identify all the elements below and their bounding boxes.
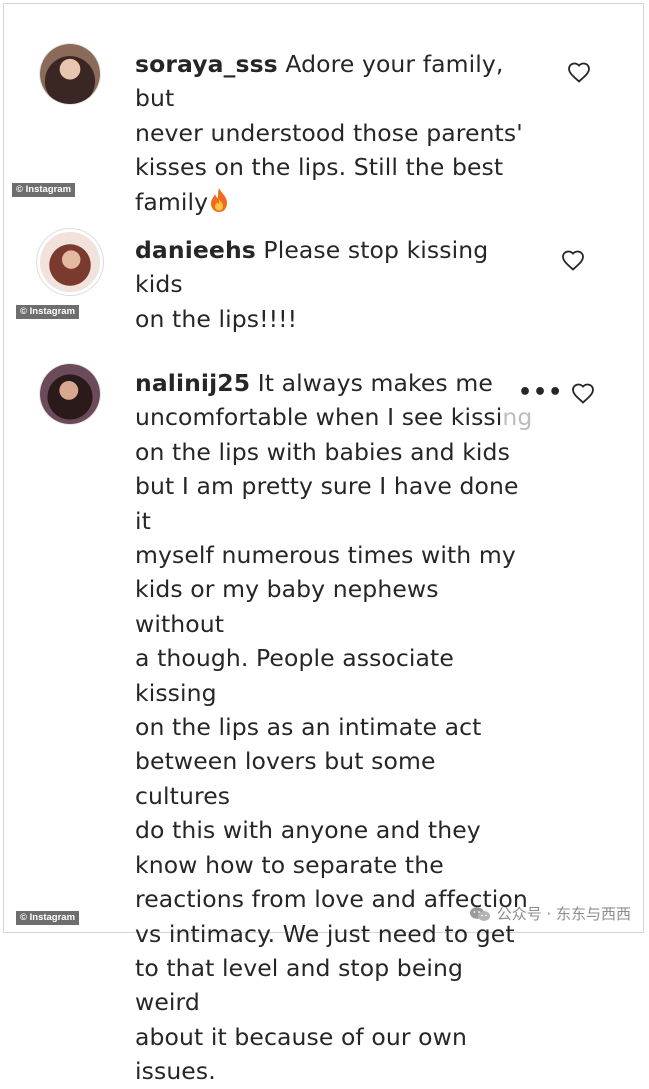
comment-text: nalinij25 It always makes me uncomfortab…	[135, 366, 535, 1089]
watermark-text: 公众号 · 东东与西西	[496, 905, 631, 923]
like-heart-icon[interactable]	[567, 61, 591, 83]
image-credit: © Instagram	[16, 911, 80, 925]
comment-body-faded: ng	[502, 403, 533, 432]
comment-username[interactable]: nalinij25	[135, 369, 250, 397]
comment-username[interactable]: danieehs	[135, 236, 256, 264]
fire-emoji-icon	[211, 187, 228, 212]
avatar[interactable]	[40, 364, 100, 424]
image-credit: © Instagram	[12, 183, 76, 197]
wechat-icon	[469, 906, 490, 921]
like-heart-icon[interactable]	[571, 382, 595, 404]
image-credit: © Instagram	[16, 305, 80, 319]
comment-username[interactable]: soraya_sss	[135, 50, 278, 78]
avatar[interactable]	[40, 232, 100, 292]
avatar[interactable]	[40, 44, 100, 104]
comment-text: danieehs Please stop kissing kids on the…	[135, 233, 535, 336]
comment-body-continued: on the lips with babies and kids but I a…	[135, 437, 528, 1086]
comment-text: soraya_sss Adore your family, but never …	[135, 47, 535, 219]
watermark: 公众号 · 东东与西西	[469, 903, 631, 924]
more-options-button[interactable]: •••	[518, 380, 563, 405]
like-heart-icon[interactable]	[561, 249, 585, 271]
